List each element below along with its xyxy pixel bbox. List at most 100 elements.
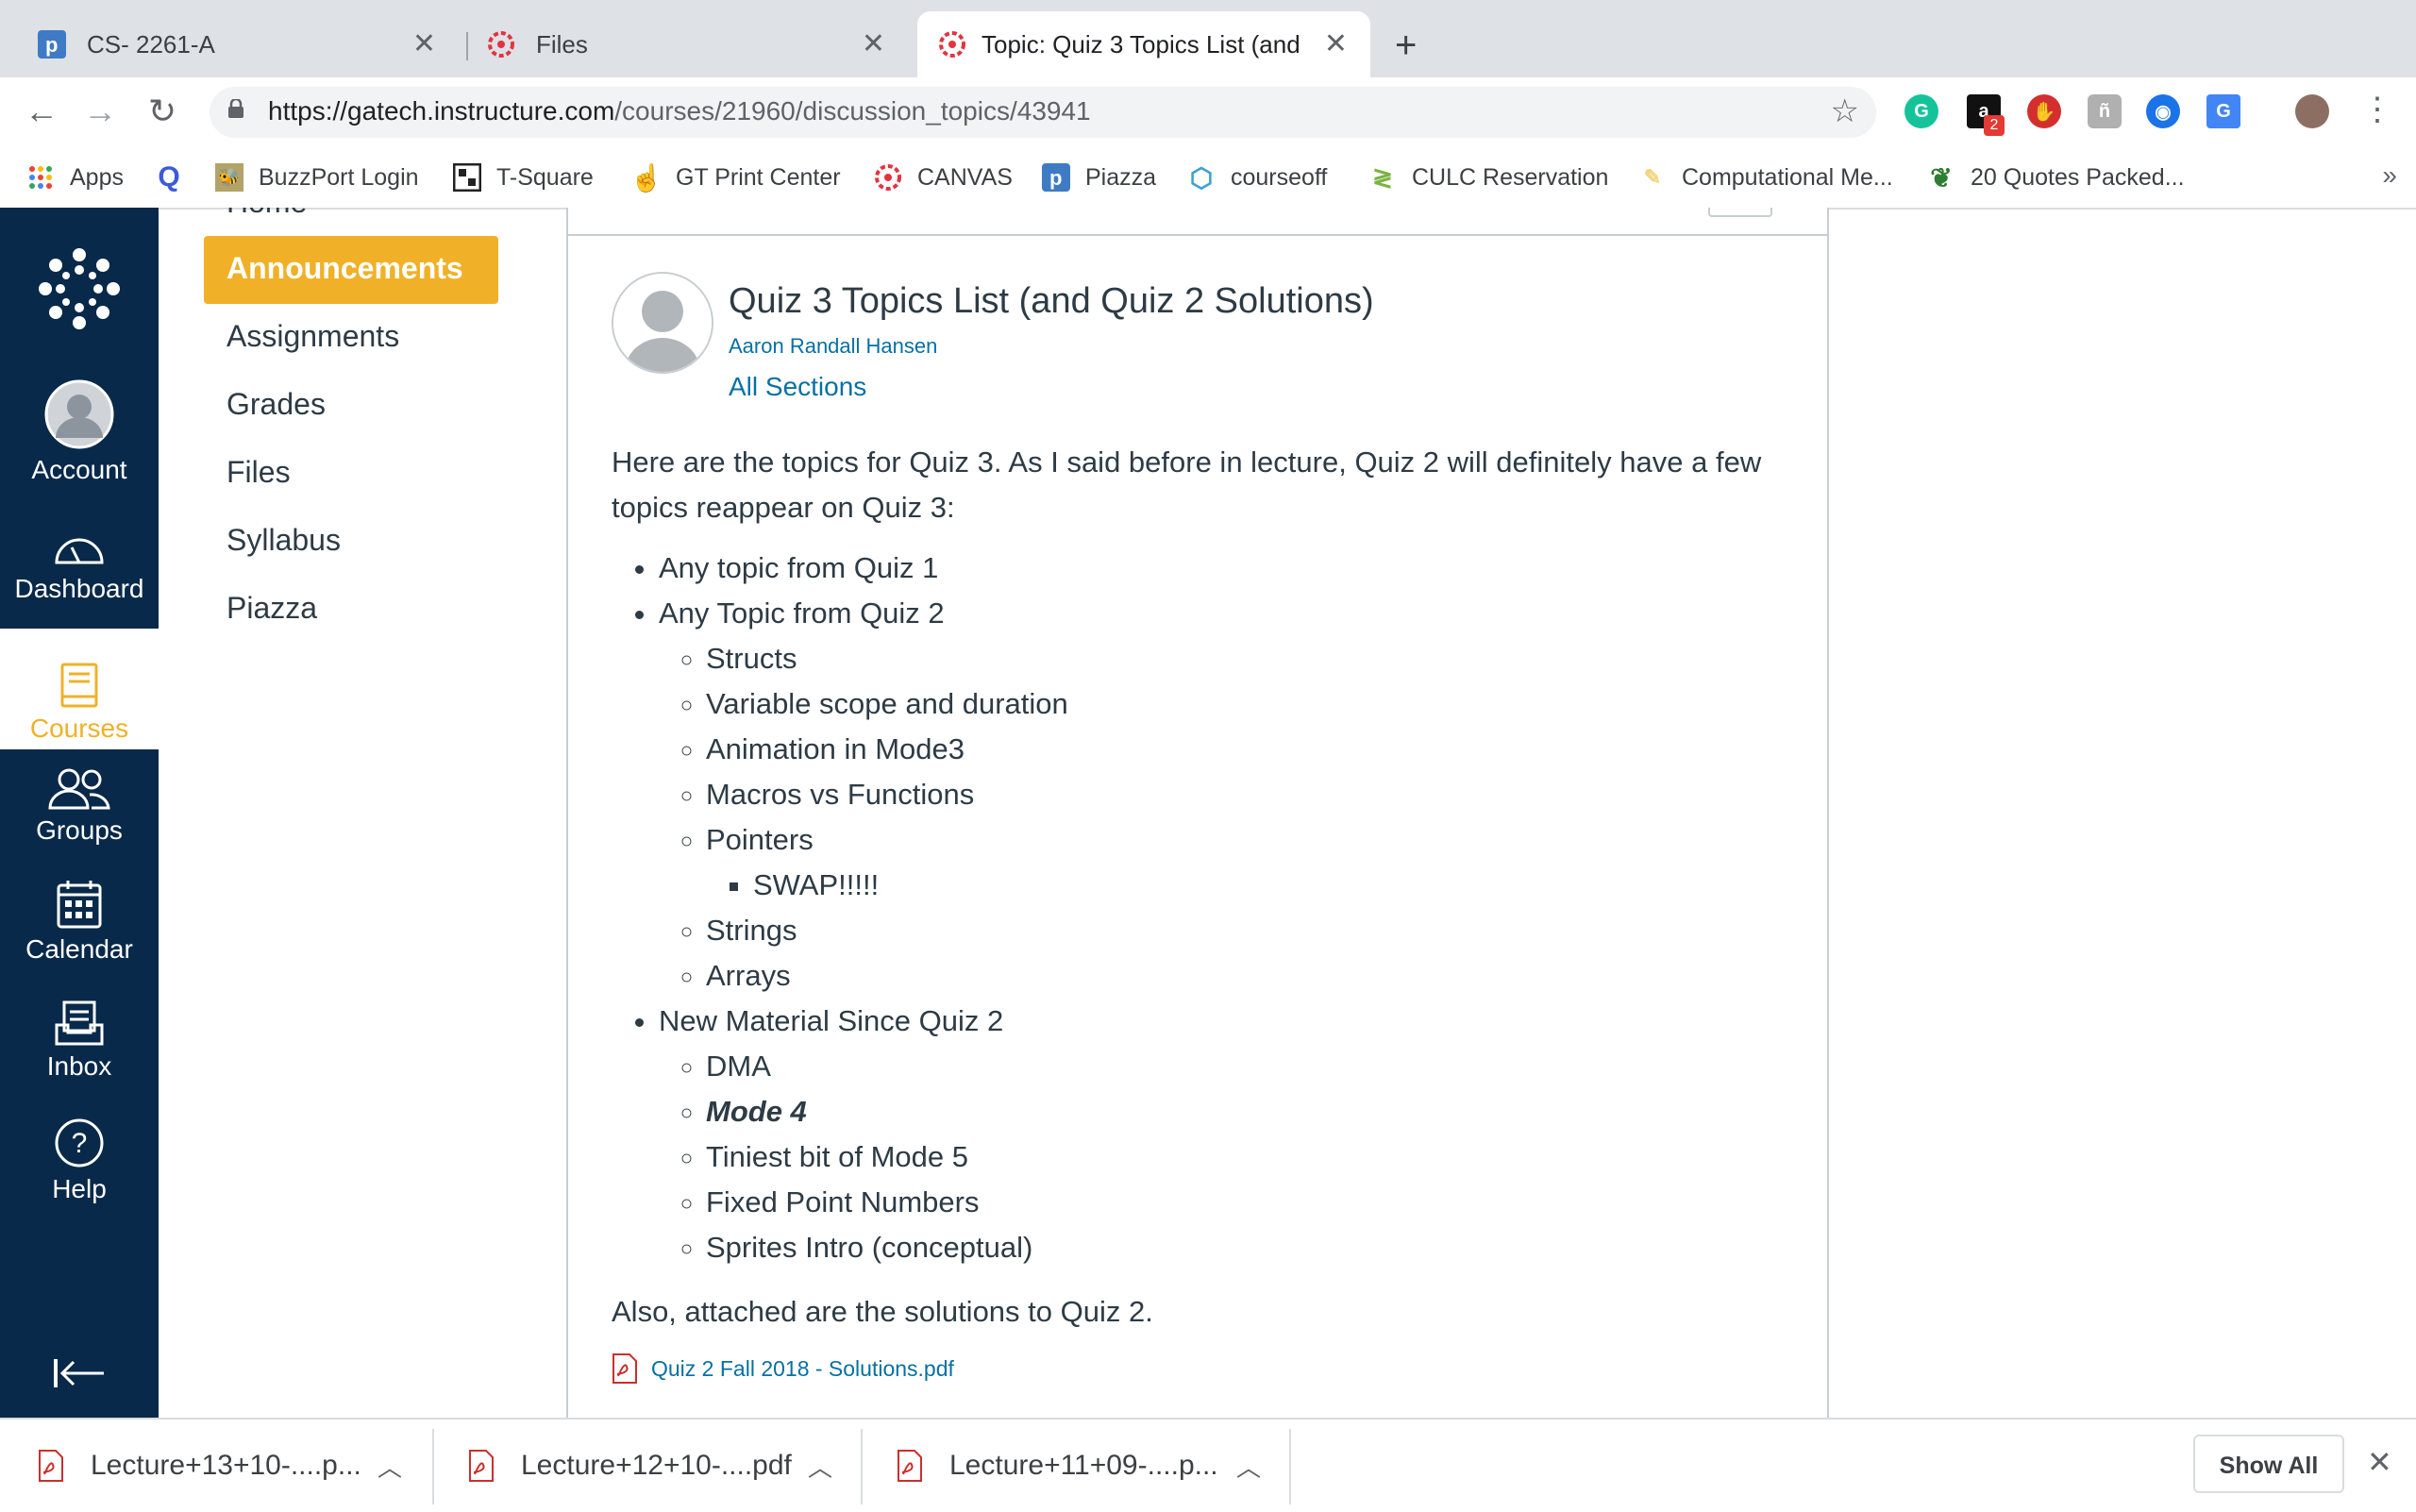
list-item: Structs [706,636,1772,681]
sections-link[interactable]: All Sections [729,372,866,402]
course-navigation: Home [159,208,566,1418]
bookmark-label: Piazza [1085,163,1157,191]
close-icon[interactable]: ✕ [2367,1444,2392,1480]
svg-text:?: ? [72,1128,88,1159]
new-tab-button[interactable]: + [1395,25,1417,66]
piazza-icon: p [1042,163,1070,192]
profile-avatar[interactable] [2295,94,2329,128]
nav-calendar[interactable]: Calendar [0,880,159,965]
tab-strip: p CS- 2261-A ✕ Files ✕ Topic: Quiz 3 Top… [0,0,2416,77]
course-nav-assignments[interactable]: Assignments [226,319,399,354]
nav-groups[interactable]: Groups [0,766,159,846]
bookmark-label: Computational Me... [1682,163,1893,191]
course-nav-syllabus[interactable]: Syllabus [226,523,341,558]
list-item: Tiniest bit of Mode 5 [706,1134,1772,1180]
tsquare-icon [453,163,481,192]
grammarly-icon[interactable]: G [1904,94,1938,128]
chrome-menu-icon[interactable]: ⋮ [2361,91,2393,128]
chevron-up-icon[interactable]: ︿ [808,1449,832,1484]
bookmark-buzzport[interactable]: 🐝 BuzzPort Login [215,159,419,196]
sub-list: DMA Mode 4 Tiniest bit of Mode 5 Fixed P… [659,1044,1772,1270]
chevron-up-icon[interactable]: ︿ [1236,1449,1261,1484]
culc-icon: ≷ [1372,162,1393,192]
list-item-text: Pointers [706,823,814,856]
eye-extension-icon[interactable]: ◉ [2146,94,2180,128]
bookmark-canvas[interactable]: CANVAS [874,159,1013,196]
bookmark-courseoff[interactable]: ⬡ courseoff [1187,159,1328,196]
bookmark-apps[interactable]: Apps [26,159,124,196]
url-path: /courses/21960/discussion_topics/43941 [614,96,1091,126]
adblock-icon[interactable]: ✋ [2027,94,2061,128]
bookmark-piazza[interactable]: p Piazza [1042,159,1156,196]
nav-help[interactable]: ? Help [0,1117,159,1204]
canvas-icon [874,163,902,192]
attachment-name: Quiz 2 Fall 2018 - Solutions.pdf [651,1355,954,1381]
tab-quiz3-topic[interactable]: Topic: Quiz 3 Topics List (and Q ✕ [917,11,1370,77]
tab-cs2261[interactable]: p CS- 2261-A ✕ [0,11,464,77]
piazza-icon: p [38,30,66,59]
bookmark-computational[interactable]: ✎ Computational Me... [1638,159,1893,196]
nav-courses[interactable]: Courses [0,629,159,749]
forward-button[interactable]: → [79,91,121,132]
bookmark-label: Apps [70,163,124,191]
list-item: Any Topic from Quiz 2 Structs Variable s… [659,591,1772,999]
close-icon[interactable]: ✕ [1324,28,1348,60]
bookmark-gt-print[interactable]: ☝ GT Print Center [630,159,841,196]
course-nav-piazza[interactable]: Piazza [226,591,317,626]
inbox-icon [55,1000,104,1046]
pdf-icon [898,1450,922,1482]
nav-inbox[interactable]: Inbox [0,1000,159,1082]
course-nav-announcements[interactable]: Announcements [204,236,498,304]
address-bar[interactable]: https://gatech.instructure.com/courses/2… [210,87,1876,138]
bookmark-tsquare[interactable]: T-Square [453,159,594,196]
sub-list: Structs Variable scope and duration Anim… [659,636,1772,999]
canvas-icon [487,30,515,59]
list-item: Sprites Intro (conceptual) [706,1225,1772,1270]
tab-files[interactable]: Files ✕ [449,11,914,77]
nav-label: Calendar [25,934,133,964]
apps-grid-icon [26,163,55,192]
download-item[interactable]: Lecture+12+10-....pdf ︿ [430,1436,861,1495]
nav-dashboard[interactable]: Dashboard [0,527,159,604]
nav-label: Account [31,455,127,484]
bookmark-culc[interactable]: ≷ CULC Reservation [1368,159,1608,196]
canvas-logo[interactable] [0,247,159,330]
avatar-icon [44,379,114,449]
bookmark-quotes[interactable]: ❦ 20 Quotes Packed... [1927,159,2184,196]
lock-icon [228,99,243,118]
download-filename: Lecture+11+09-....p... [949,1450,1218,1481]
bookmark-q[interactable]: Q [155,159,198,196]
collapse-nav-button[interactable] [0,1357,159,1389]
help-icon: ? [55,1118,104,1168]
discussion-topic: Quiz 3 Topics List (and Quiz 2 Solutions… [566,208,1829,1418]
download-filename: Lecture+12+10-....pdf [521,1450,792,1481]
close-icon[interactable]: ✕ [862,28,885,60]
bookmarks-overflow-icon[interactable]: » [2382,160,2397,191]
course-nav-home[interactable]: Home [226,208,307,220]
attachment-link[interactable]: Quiz 2 Fall 2018 - Solutions.pdf [612,1353,954,1384]
extension-icon[interactable]: ñ [2088,94,2122,128]
back-button[interactable]: ← [21,91,62,132]
course-nav-files[interactable]: Files [226,455,291,490]
download-item[interactable]: Lecture+11+09-....p... ︿ [859,1436,1289,1495]
translate-icon[interactable]: G [2206,94,2240,128]
global-navigation: Account Dashboard Courses Groups Calenda… [0,208,159,1418]
author-avatar[interactable] [612,272,713,374]
toolbar-button-edge[interactable] [1708,208,1772,217]
bookmark-star-icon[interactable]: ☆ [1831,92,1859,130]
list-item: SWAP!!!!! [753,863,1772,908]
nav-account[interactable]: Account [0,379,159,485]
download-item[interactable]: Lecture+13+10-....p... ︿ [0,1436,430,1495]
close-icon[interactable]: ✕ [412,28,436,60]
download-filename: Lecture+13+10-....p... [91,1450,361,1481]
chevron-up-icon[interactable]: ︿ [378,1449,402,1484]
author-link[interactable]: Aaron Randall Hansen [729,334,937,359]
course-nav-grades[interactable]: Grades [226,387,326,422]
list-item: Fixed Point Numbers [706,1180,1772,1225]
course-nav-label: Announcements [226,251,463,285]
canvas-logo-icon [39,248,120,329]
pdf-icon [39,1450,63,1482]
canvas-icon [938,30,966,59]
show-all-button[interactable]: Show All [2193,1435,2344,1493]
reload-button[interactable]: ↻ [142,91,183,132]
